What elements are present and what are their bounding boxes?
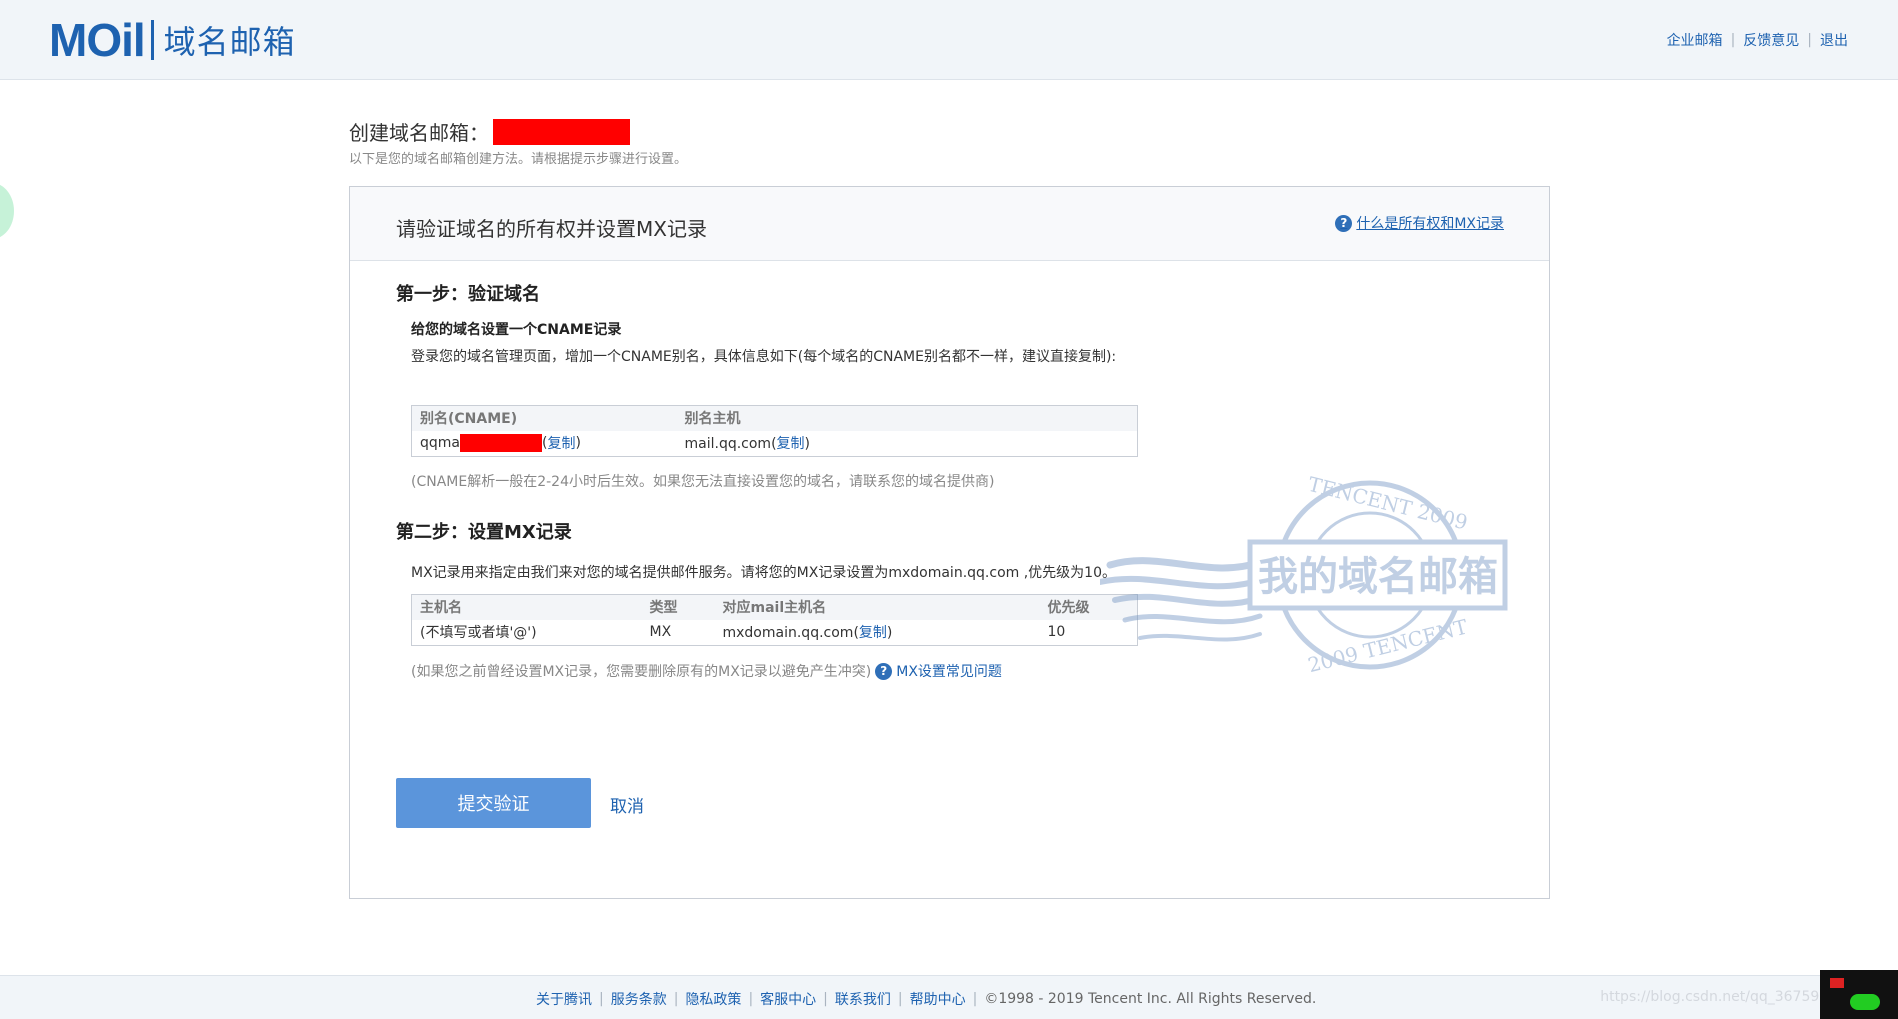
table-row: qqma(复制) mail.qq.com(复制) (412, 431, 1138, 457)
step1-subtitle: 给您的域名设置一个CNAME记录 (411, 322, 622, 338)
step1-description: 登录您的域名管理页面，增加一个CNAME别名，具体信息如下(每个域名的CNAME… (411, 349, 1117, 365)
step2-description: MX记录用来指定由我们来对您的域名提供邮件服务。请将您的MX记录设置为mxdom… (411, 565, 1116, 581)
footer-link-help[interactable]: 帮助中心 (910, 989, 966, 1009)
cname-table: 别名(CNAME) 别名主机 qqma(复制) mail.qq.com(复制) (411, 405, 1138, 457)
step2-title: 第二步：设置MX记录 (396, 522, 572, 543)
mx-note-text: (如果您之前曾经设置MX记录，您需要删除原有的MX记录以避免产生冲突) (411, 664, 872, 680)
stamp-ring-top-text: TENCENT 2009 (1306, 472, 1470, 535)
cname-note: (CNAME解析一般在2-24小时后生效。如果您无法直接设置您的域名，请联系您的… (411, 474, 995, 490)
widget-green-icon (1850, 994, 1880, 1010)
page-title-text: 创建域名邮箱： (349, 121, 489, 145)
mx-faq-link[interactable]: ? MX设置常见问题 (875, 661, 1002, 681)
stamp-center-text: 我的域名邮箱 (1258, 554, 1498, 600)
table-header-row: 主机名 类型 对应mail主机名 优先级 (411, 594, 1138, 620)
watermark-text: https://blog.csdn.net/qq_36759224 (1600, 989, 1846, 1005)
link-feedback[interactable]: 反馈意见 (1743, 30, 1799, 50)
logo-text: 域名邮箱 (163, 23, 296, 61)
stamp-wave (1100, 575, 1263, 590)
mx-host-cell: (不填写或者填'@') (420, 625, 537, 642)
mx-faq-label: MX设置常见问题 (896, 664, 1002, 680)
footer: 关于腾讯 | 服务条款 | 隐私政策 | 客服中心 | 联系我们 | 帮助中心 … (0, 975, 1898, 1019)
mx-mail-host-value: mxdomain.qq.com (722, 625, 854, 642)
copy-host-link[interactable]: 复制 (777, 436, 805, 452)
cname-host-value: mail.qq.com (684, 436, 772, 453)
panel-header: 请验证域名的所有权并设置MX记录 ? 什么是所有权和MX记录 (350, 187, 1549, 261)
paren-close: ) (804, 436, 811, 453)
divider: | (972, 991, 978, 1007)
footer-link-service[interactable]: 客服中心 (760, 989, 816, 1009)
panel-title: 请验证域名的所有权并设置MX记录 (396, 217, 707, 241)
divider: | (823, 991, 828, 1007)
taskbar-widget[interactable] (1820, 970, 1898, 1019)
stamp-wave (1138, 632, 1262, 642)
mx-type-cell: MX (649, 624, 672, 641)
footer-link-terms[interactable]: 服务条款 (611, 989, 667, 1009)
divider: | (673, 991, 679, 1007)
divider: | (748, 991, 754, 1007)
cname-host-cell: mail.qq.com(复制) (677, 431, 1138, 457)
mx-table: 主机名 类型 对应mail主机名 优先级 (不填写或者填'@') MX mxdo… (411, 594, 1138, 646)
top-links: 企业邮箱 | 反馈意见 | 退出 (1667, 30, 1848, 50)
cname-alias-prefix: qqma (420, 435, 460, 452)
cancel-link[interactable]: 取消 (610, 792, 644, 817)
cname-alias-cell: qqma(复制) (412, 431, 677, 457)
cname-alias-value: qqma(复制) (420, 433, 581, 453)
footer-link-privacy[interactable]: 隐私政策 (685, 989, 741, 1009)
step1-title: 第一步：验证域名 (396, 284, 540, 305)
redacted-alias (460, 434, 542, 453)
table-row: (不填写或者填'@') MX mxdomain.qq.com(复制) 10 (412, 620, 1138, 646)
table-header-row: 别名(CNAME) 别名主机 (411, 405, 1138, 431)
footer-link-contact[interactable]: 联系我们 (835, 989, 891, 1009)
divider: | (1807, 32, 1812, 48)
column-header-host: 别名主机 (676, 405, 1138, 431)
paren-close: ) (575, 435, 581, 452)
stamp-wave (1122, 613, 1263, 625)
page-title: 创建域名邮箱： (349, 117, 630, 146)
link-logout[interactable]: 退出 (1820, 30, 1848, 50)
help-link-ownership-mx[interactable]: ? 什么是所有权和MX记录 (1335, 213, 1504, 233)
copyright-text: ©1998 - 2019 Tencent Inc. All Rights Res… (984, 991, 1317, 1007)
redacted-domain (493, 118, 630, 145)
divider: | (897, 991, 903, 1007)
question-circle-icon: ? (875, 662, 893, 680)
page-subtitle: 以下是您的域名邮箱创建方法。请根据提示步骤进行设置。 (349, 152, 688, 167)
column-header-hostname: 主机名 (411, 594, 642, 620)
submit-verify-button[interactable]: 提交验证 (396, 778, 591, 828)
column-header-alias: 别名(CNAME) (411, 405, 677, 431)
divider: | (1730, 32, 1736, 48)
footer-links: 关于腾讯 | 服务条款 | 隐私政策 | 客服中心 | 联系我们 | 帮助中心 … (536, 989, 1316, 1009)
logo-mail-wordmark: MOil (49, 14, 146, 66)
logo[interactable]: MOil 域名邮箱 (49, 14, 296, 66)
floating-widget[interactable] (0, 183, 14, 239)
column-header-mail-host: 对应mail主机名 (714, 594, 1040, 620)
postmark-stamp-graphic: 我的域名邮箱 TENCENT 2009 2009 TENCENT (1100, 472, 1508, 677)
stamp-wave (1112, 593, 1263, 607)
mx-mail-host-cell: mxdomain.qq.com(复制) (715, 620, 1040, 646)
mx-note: (如果您之前曾经设置MX记录，您需要删除原有的MX记录以避免产生冲突) ? MX… (411, 661, 1002, 681)
column-header-type: 类型 (641, 594, 715, 620)
widget-red-icon (1830, 978, 1844, 988)
header-bar: MOil 域名邮箱 企业邮箱 | 反馈意见 | 退出 (0, 0, 1898, 80)
link-enterprise-mail[interactable]: 企业邮箱 (1667, 30, 1723, 50)
paren-close: ) (886, 625, 893, 642)
help-link-label: 什么是所有权和MX记录 (1356, 216, 1504, 232)
question-circle-icon: ? (1335, 214, 1353, 232)
divider: | (599, 991, 604, 1007)
footer-link-about[interactable]: 关于腾讯 (536, 989, 592, 1009)
copy-mx-link[interactable]: 复制 (859, 625, 887, 641)
stamp-wave (1106, 557, 1264, 572)
copy-alias-link[interactable]: 复制 (547, 433, 575, 453)
logo-divider (150, 20, 154, 60)
